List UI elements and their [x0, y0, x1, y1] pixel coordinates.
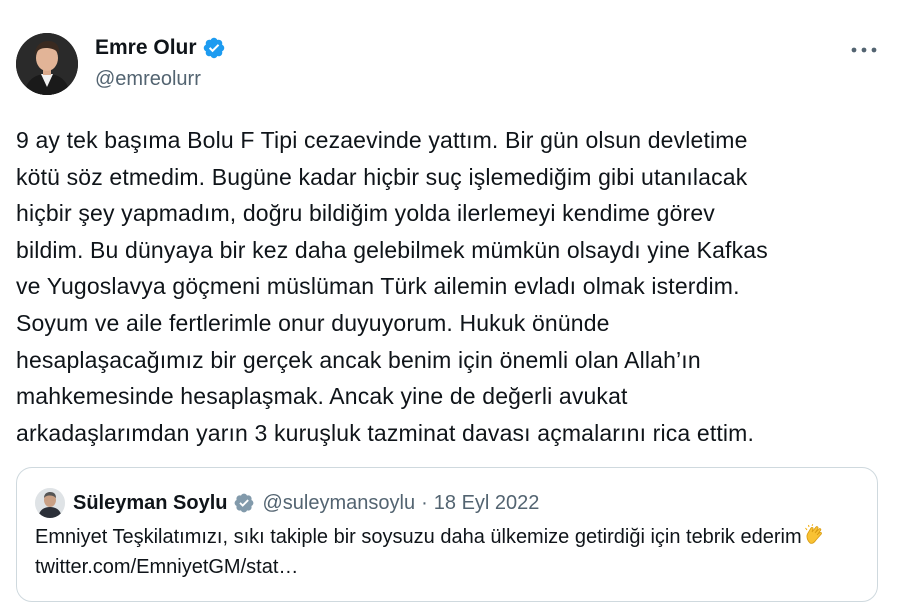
more-options-button[interactable]: [846, 36, 882, 64]
tweet-card: Emre Olur @emreolurr 9 ay tek başıma Bol…: [0, 0, 900, 607]
author-handle[interactable]: @emreolurr: [95, 68, 201, 91]
verified-badge-icon: [203, 37, 224, 59]
quoted-author-display-name[interactable]: Süleyman Soylu: [73, 492, 228, 515]
quoted-tweet-link[interactable]: twitter.com/EmniyetGM/stat…: [35, 556, 298, 578]
verified-badge-icon: [234, 493, 253, 513]
clapping-hands-icon: [804, 524, 822, 544]
author-avatar[interactable]: [16, 33, 78, 95]
quoted-tweet[interactable]: Süleyman Soylu @suleymansoylu · 18 Eyl 2…: [16, 467, 878, 602]
more-options-icon: [851, 47, 877, 53]
separator-dot: ·: [421, 491, 428, 514]
quoted-tweet-date[interactable]: 18 Eyl 2022: [434, 492, 540, 515]
quoted-tweet-text: Emniyet Teşkilatımızı, sıkı takiple bir …: [35, 522, 865, 582]
quoted-author-avatar[interactable]: [35, 488, 65, 518]
avatar-portrait-icon: [16, 33, 78, 95]
author-name-row: Emre Olur: [95, 36, 226, 60]
quoted-author-handle[interactable]: @suleymansoylu: [263, 492, 416, 515]
author-display-name[interactable]: Emre Olur: [95, 36, 197, 60]
tweet-text: 9 ay tek başıma Bolu F Tipi cezaevinde y…: [16, 127, 768, 446]
avatar-portrait-icon: [35, 488, 65, 518]
quoted-tweet-header: Süleyman Soylu @suleymansoylu · 18 Eyl 2…: [35, 488, 539, 518]
quoted-tweet-text-body: Emniyet Teşkilatımızı, sıkı takiple bir …: [35, 526, 802, 548]
